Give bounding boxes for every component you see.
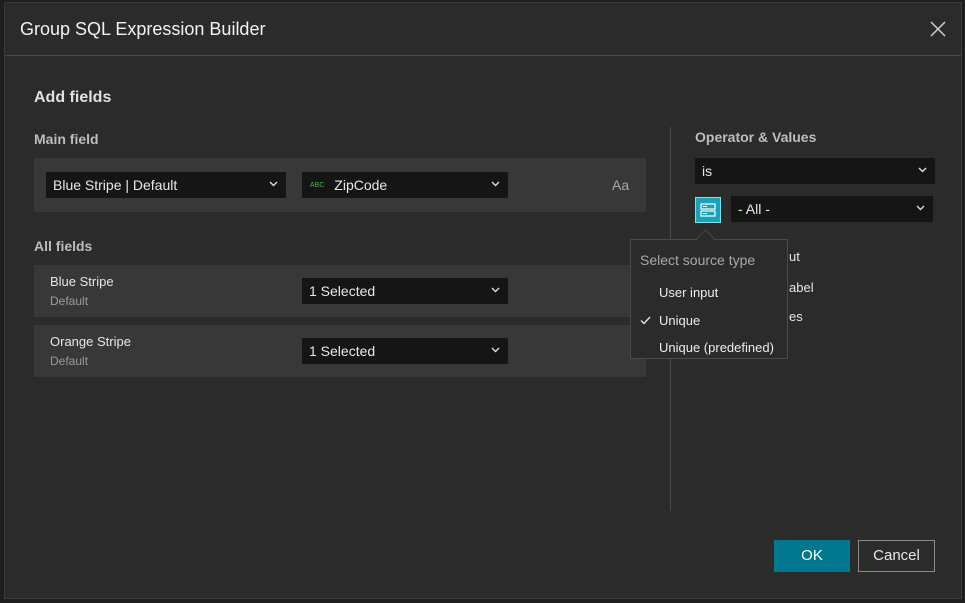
field-row-orange-stripe: Orange Stripe Default 1 Selected bbox=[34, 325, 646, 377]
chevron-down-icon bbox=[269, 181, 278, 187]
cancel-button[interactable]: Cancel bbox=[858, 540, 935, 572]
field-row-select[interactable]: 1 Selected bbox=[302, 338, 508, 364]
dialog-header: Group SQL Expression Builder bbox=[5, 3, 961, 56]
operator-values-label: Operator & Values bbox=[695, 129, 817, 145]
source-option-user-input[interactable]: User input bbox=[631, 280, 787, 306]
obscured-option-text: abel bbox=[789, 280, 814, 295]
source-option-label: Unique bbox=[659, 313, 701, 328]
source-option-label: Unique (predefined) bbox=[659, 340, 774, 355]
main-field-label: Main field bbox=[34, 131, 99, 147]
source-type-button[interactable] bbox=[695, 197, 721, 223]
chevron-down-icon bbox=[918, 167, 927, 173]
field-row-blue-stripe: Blue Stripe Default 1 Selected bbox=[34, 265, 646, 317]
source-option-unique[interactable]: Unique bbox=[631, 308, 787, 334]
field-row-sub: Default bbox=[50, 294, 89, 308]
main-field-panel: Blue Stripe | Default ABC ZipCode Aa bbox=[34, 158, 646, 212]
field-select[interactable]: ABC ZipCode bbox=[302, 172, 508, 198]
source-type-icon bbox=[700, 203, 716, 217]
field-row-select[interactable]: 1 Selected bbox=[302, 278, 508, 304]
check-icon bbox=[640, 316, 651, 325]
field-row-select-value: 1 Selected bbox=[309, 283, 376, 299]
chevron-down-icon bbox=[491, 287, 500, 293]
value-select[interactable]: - All - bbox=[731, 196, 933, 222]
chevron-down-icon bbox=[916, 205, 925, 211]
case-sensitive-toggle[interactable]: Aa bbox=[612, 177, 629, 193]
layer-select[interactable]: Blue Stripe | Default bbox=[46, 172, 286, 198]
operator-select-value: is bbox=[702, 163, 713, 179]
source-type-popover: Select source type User input Unique Uni… bbox=[630, 239, 788, 359]
chevron-down-icon bbox=[491, 347, 500, 353]
field-row-name: Blue Stripe bbox=[50, 274, 114, 289]
obscured-option-text: es bbox=[789, 309, 803, 324]
operator-select[interactable]: is bbox=[695, 158, 935, 184]
add-fields-heading: Add fields bbox=[34, 89, 112, 106]
field-row-name: Orange Stripe bbox=[50, 334, 131, 349]
source-option-unique-predefined[interactable]: Unique (predefined) bbox=[631, 335, 787, 361]
dialog-title: Group SQL Expression Builder bbox=[20, 19, 266, 39]
popover-title: Select source type bbox=[640, 252, 756, 268]
obscured-option-text: ut bbox=[789, 249, 800, 264]
chevron-down-icon bbox=[491, 181, 500, 187]
ok-button[interactable]: OK bbox=[774, 540, 850, 572]
sql-expression-builder-dialog: Group SQL Expression Builder Add fields … bbox=[4, 2, 962, 599]
field-row-sub: Default bbox=[50, 354, 89, 368]
source-option-label: User input bbox=[659, 285, 719, 300]
close-icon[interactable] bbox=[929, 20, 947, 38]
field-row-select-value: 1 Selected bbox=[309, 343, 376, 359]
field-select-value: ZipCode bbox=[334, 177, 388, 193]
layer-select-value: Blue Stripe | Default bbox=[53, 177, 178, 193]
value-select-value: - All - bbox=[738, 201, 770, 217]
all-fields-label: All fields bbox=[34, 238, 93, 254]
string-field-type-icon: ABC bbox=[310, 182, 325, 189]
